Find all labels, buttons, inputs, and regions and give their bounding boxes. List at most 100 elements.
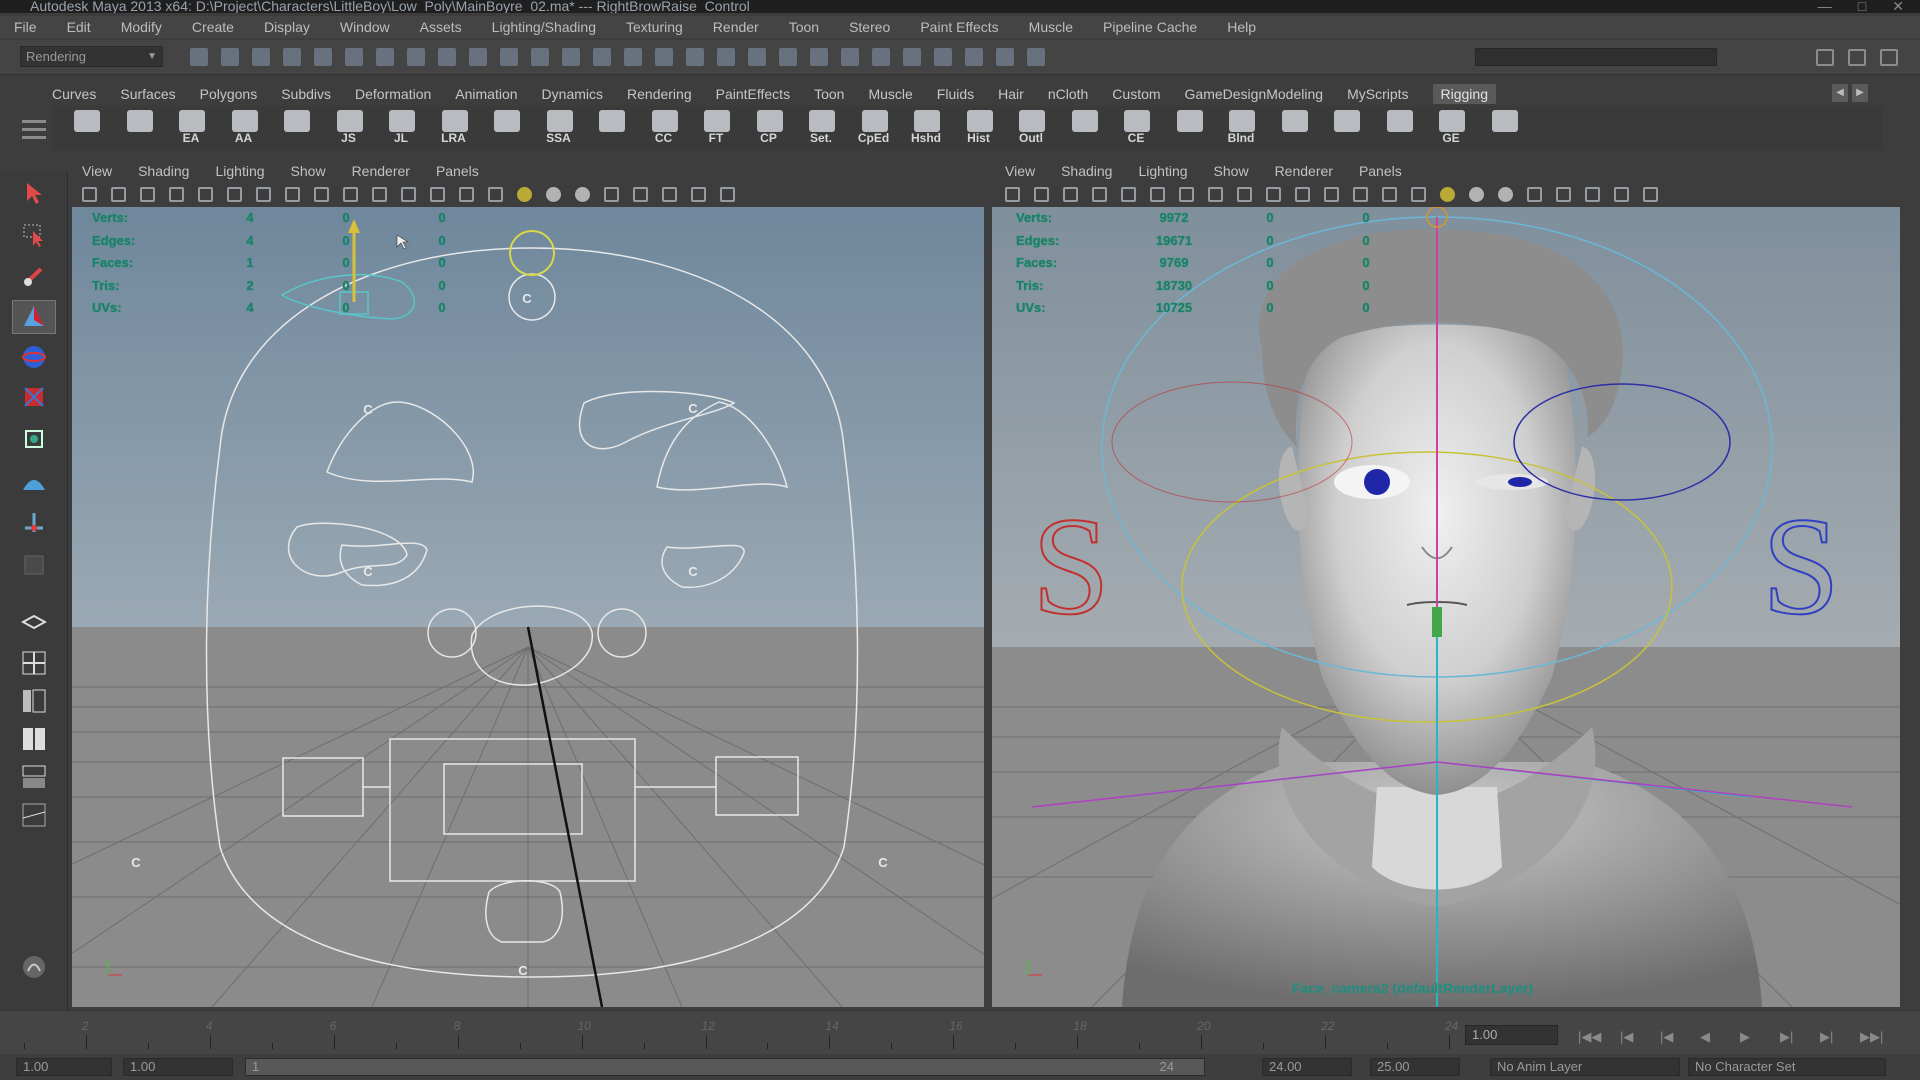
playback-end-field[interactable]: 24.00 (1262, 1058, 1352, 1076)
shelf-tab-fluids[interactable]: Fluids (937, 86, 974, 102)
step-forward-icon[interactable]: ▶| (1820, 1029, 1833, 1045)
image-plane-icon[interactable] (169, 186, 184, 202)
isolate-select-icon[interactable] (1556, 186, 1571, 202)
render-current-icon[interactable] (562, 48, 580, 66)
four-view-layout-icon[interactable] (12, 646, 56, 680)
play-backward-icon[interactable]: ◀ (1700, 1029, 1710, 1045)
panel-menu-show[interactable]: Show (291, 163, 326, 179)
output-ops-icon[interactable] (717, 48, 735, 66)
shelf-tab-ncloth[interactable]: nCloth (1048, 86, 1088, 102)
animation-end-field[interactable]: 25.00 (1370, 1058, 1460, 1076)
mirror-joint-icon[interactable] (591, 106, 631, 150)
center-pivot-icon[interactable]: CP (749, 106, 789, 150)
rotate-tool-icon[interactable] (12, 340, 56, 374)
history-icon[interactable]: Hist (959, 106, 999, 150)
cluster-icon[interactable] (1274, 106, 1314, 150)
camera-icon[interactable] (1027, 48, 1045, 66)
wireframe-icon[interactable] (1324, 186, 1339, 202)
snap-plane-icon[interactable] (469, 48, 487, 66)
set-icon[interactable]: Set. (801, 106, 841, 150)
gate-mask-icon[interactable] (314, 186, 329, 202)
persp-graph-hypergraph-layout-icon[interactable] (12, 798, 56, 832)
blend-shape-icon[interactable]: Blnd (1221, 106, 1261, 150)
menu-file[interactable]: File (14, 19, 37, 35)
shelf-tab-rendering[interactable]: Rendering (627, 86, 692, 102)
panel-menu-panels[interactable]: Panels (436, 163, 479, 179)
graph-editor-icon[interactable]: GE (1431, 106, 1471, 150)
two-d-pan-icon[interactable] (1121, 186, 1136, 202)
snap-curve-icon[interactable] (407, 48, 425, 66)
shelf-tab-custom[interactable]: Custom (1112, 86, 1160, 102)
shelf-tab-gamedesignmodeling[interactable]: GameDesignModeling (1185, 86, 1324, 102)
default-light-icon[interactable] (517, 186, 532, 202)
component-editor-icon[interactable]: CpEd (854, 106, 894, 150)
last-tool-icon[interactable] (12, 548, 56, 582)
menu-paint-effects[interactable]: Paint Effects (920, 19, 998, 35)
step-back-key-icon[interactable]: |◀ (1660, 1029, 1673, 1045)
show-manipulator-icon[interactable] (12, 506, 56, 540)
paint-select-tool-icon[interactable] (12, 260, 56, 294)
camera-attributes-icon[interactable] (111, 186, 126, 202)
bookmark-icon[interactable] (140, 186, 155, 202)
menu-display[interactable]: Display (264, 19, 310, 35)
flat-shade-icon[interactable] (459, 186, 474, 202)
select-object-icon[interactable] (314, 48, 332, 66)
construction-history-icon[interactable] (748, 48, 766, 66)
attribute-editor-toggle-icon[interactable] (1816, 49, 1834, 66)
snap-live-icon[interactable] (500, 48, 518, 66)
lattice-icon[interactable] (1379, 106, 1419, 150)
wireframe-icon[interactable] (401, 186, 416, 202)
close-icon[interactable]: ✕ (1892, 0, 1904, 13)
menu-stereo[interactable]: Stereo (849, 19, 890, 35)
bookmark-icon[interactable] (1063, 186, 1078, 202)
ipr-icon[interactable] (779, 48, 797, 66)
snap-grid-icon[interactable] (376, 48, 394, 66)
tool-settings-toggle-icon[interactable] (1848, 49, 1866, 66)
menu-lighting-shading[interactable]: Lighting/Shading (492, 19, 596, 35)
menu-edit[interactable]: Edit (67, 19, 91, 35)
lasso-tool-icon[interactable] (12, 218, 56, 252)
flat-shade-icon[interactable] (1382, 186, 1397, 202)
snap-point-icon[interactable] (438, 48, 456, 66)
panel-menu-show[interactable]: Show (1214, 163, 1249, 179)
universal-manipulator-icon[interactable] (12, 422, 56, 456)
paint-weights-icon[interactable] (1169, 106, 1209, 150)
maximize-icon[interactable]: □ (1858, 0, 1866, 13)
show-render-settings-icon[interactable] (872, 48, 890, 66)
blend-icon[interactable] (1064, 106, 1104, 150)
ik-handle-icon[interactable] (119, 106, 159, 150)
shelf-tab-toon[interactable]: Toon (814, 86, 844, 102)
joint-label-icon[interactable]: JL (381, 106, 421, 150)
shadows-icon[interactable] (1527, 186, 1542, 202)
menu-create[interactable]: Create (192, 19, 234, 35)
anim-layer-selector[interactable]: No Anim Layer (1490, 1058, 1680, 1076)
shelf-tab-myscripts[interactable]: MyScripts (1347, 86, 1408, 102)
xray-joints-icon[interactable] (691, 186, 706, 202)
menu-help[interactable]: Help (1227, 19, 1256, 35)
resolution-gate-icon[interactable] (285, 186, 300, 202)
xray-joints-icon[interactable] (1614, 186, 1629, 202)
shelf-tab-polygons[interactable]: Polygons (200, 86, 258, 102)
right-viewport[interactable]: S S Verts: 9972 0 0 Edges: 19671 0 0 Faces: 9769 0… (992, 207, 1900, 1007)
menu-set-selector[interactable]: Rendering ▼ (20, 46, 163, 67)
textured-icon[interactable] (575, 186, 590, 202)
play-forward-icon[interactable]: ▶ (1740, 1029, 1750, 1045)
move-tool-icon[interactable] (12, 300, 56, 334)
image-plane-icon[interactable] (1092, 186, 1107, 202)
select-camera-icon[interactable] (82, 186, 97, 202)
save-scene-icon[interactable] (252, 48, 270, 66)
menu-window[interactable]: Window (340, 19, 390, 35)
character-set-selector[interactable]: No Character Set (1688, 1058, 1886, 1076)
history-toggle-icon[interactable] (531, 48, 549, 66)
magnet-icon[interactable] (965, 48, 983, 66)
smooth-shade-icon[interactable] (430, 186, 445, 202)
panel-menu-view[interactable]: View (1005, 163, 1035, 179)
scale-tool-icon[interactable] (12, 380, 56, 414)
step-forward-key-icon[interactable]: ▶| (1780, 1029, 1793, 1045)
shelf-tab-animation[interactable]: Animation (455, 86, 517, 102)
wire-icon[interactable] (1326, 106, 1366, 150)
range-slider-bar[interactable]: 1 24 (245, 1058, 1205, 1076)
shelf-scroll-right-icon[interactable]: ▶ (1852, 84, 1868, 102)
go-to-end-icon[interactable]: ▶▶| (1860, 1029, 1883, 1045)
persp-outliner-layout-icon[interactable] (12, 684, 56, 718)
